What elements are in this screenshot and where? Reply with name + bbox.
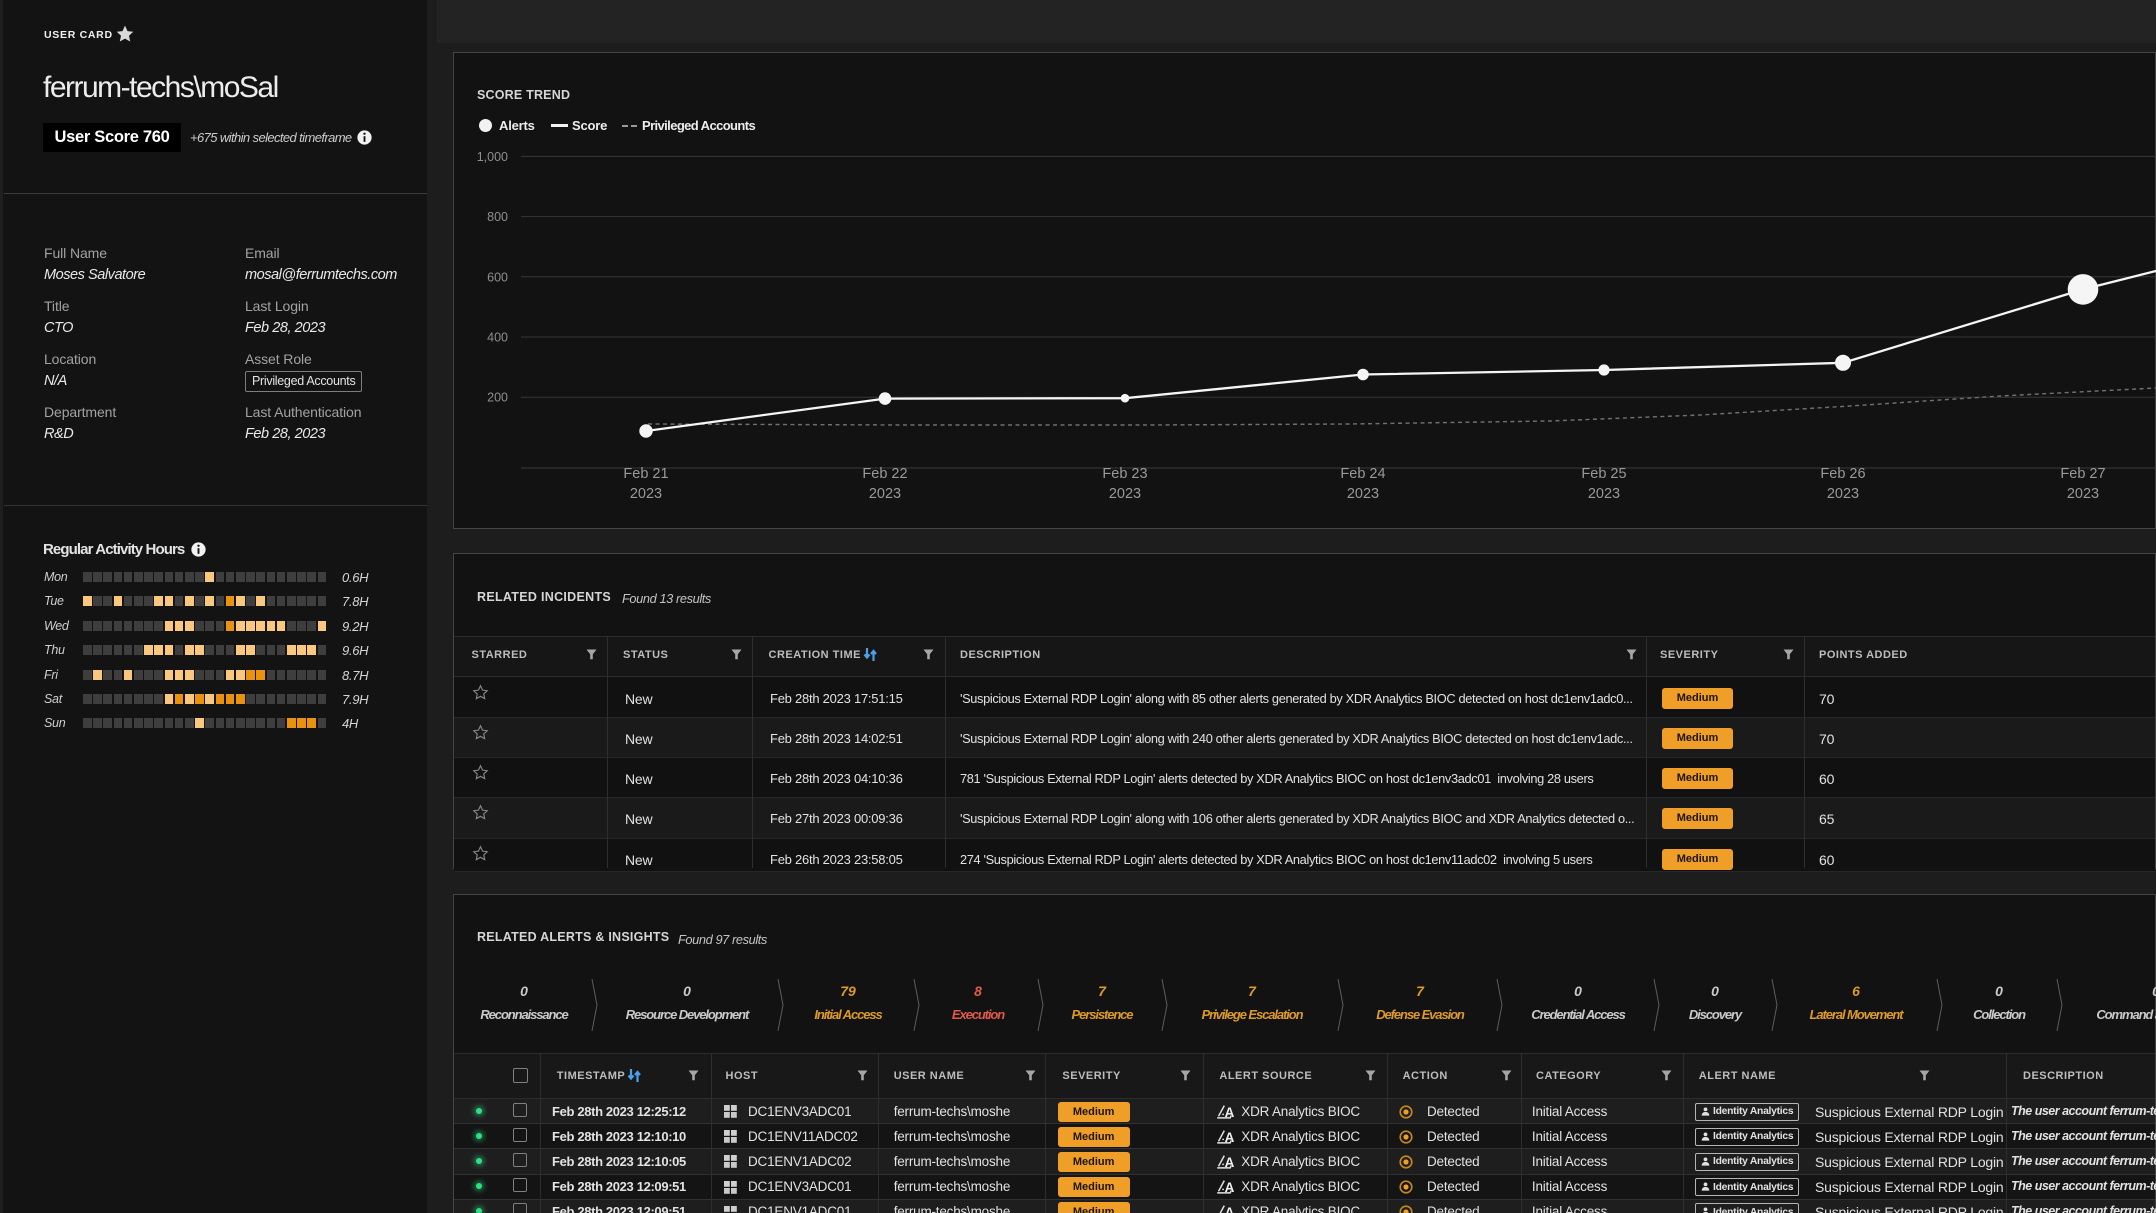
svg-text:Feb 27: Feb 27	[2060, 466, 2105, 482]
svg-text:2023: 2023	[869, 486, 901, 502]
svg-text:1,000: 1,000	[477, 150, 508, 164]
svg-text:A: A	[1225, 1130, 1235, 1144]
svg-text:200: 200	[487, 391, 508, 405]
svg-text:2023: 2023	[1347, 486, 1379, 502]
svg-text:800: 800	[487, 210, 508, 224]
svg-text:A: A	[1225, 1105, 1235, 1119]
svg-text:2023: 2023	[1827, 486, 1859, 502]
svg-text:Feb 26: Feb 26	[1820, 466, 1865, 482]
svg-text:A: A	[1225, 1180, 1235, 1194]
svg-text:2023: 2023	[2067, 486, 2099, 502]
svg-text:2023: 2023	[1588, 486, 1620, 502]
svg-text:400: 400	[487, 331, 508, 345]
svg-text:600: 600	[487, 270, 508, 284]
svg-text:Feb 22: Feb 22	[862, 466, 907, 482]
svg-text:A: A	[1225, 1205, 1235, 1213]
svg-text:2023: 2023	[630, 486, 662, 502]
svg-text:2023: 2023	[1109, 486, 1141, 502]
svg-text:Feb 25: Feb 25	[1581, 466, 1626, 482]
svg-text:Feb 24: Feb 24	[1340, 466, 1385, 482]
svg-text:Feb 23: Feb 23	[1102, 466, 1147, 482]
svg-text:A: A	[1225, 1155, 1235, 1169]
svg-text:Feb 21: Feb 21	[623, 466, 668, 482]
